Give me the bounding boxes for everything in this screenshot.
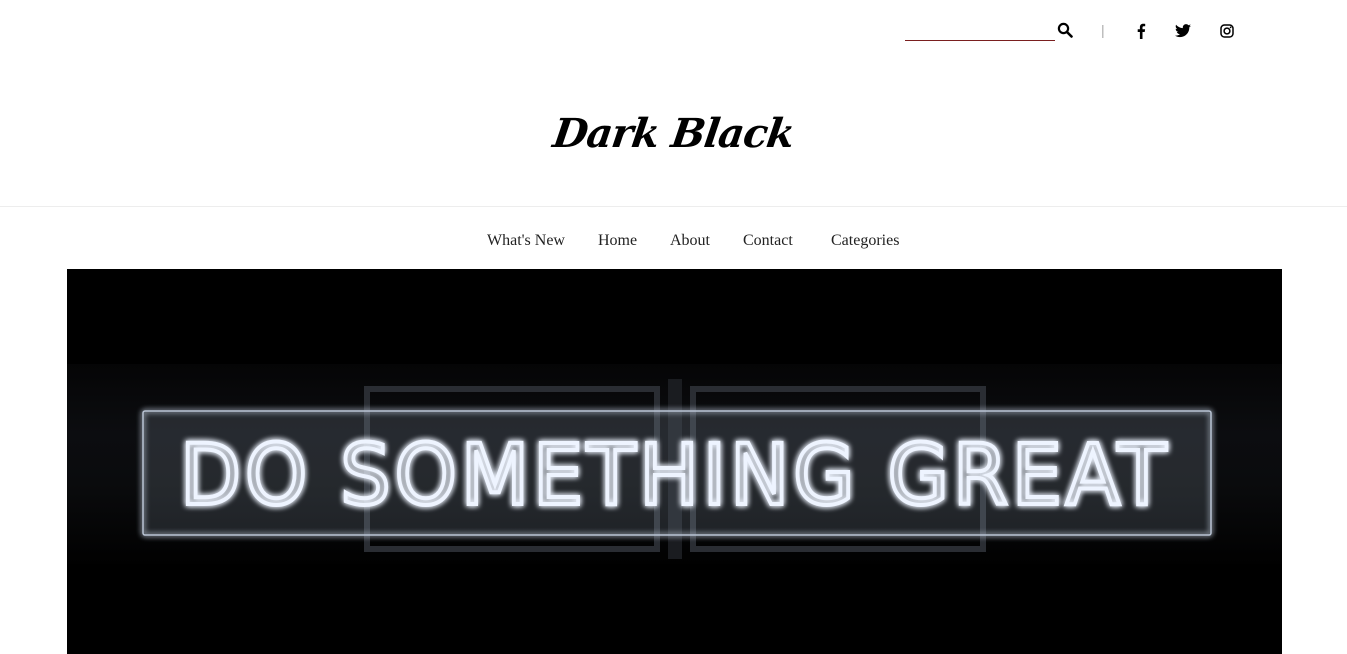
search-icon[interactable] bbox=[1057, 22, 1075, 40]
nav-item-home[interactable]: Home bbox=[598, 232, 637, 250]
nav-item-about[interactable]: About bbox=[670, 232, 710, 250]
hero-image: DO SOMETHING GREAT bbox=[67, 269, 1282, 654]
nav-item-categories[interactable]: Categories bbox=[831, 232, 899, 250]
facebook-icon[interactable] bbox=[1132, 22, 1150, 40]
header-divider: | bbox=[1101, 22, 1105, 38]
twitter-icon[interactable] bbox=[1174, 22, 1192, 40]
nav-item-contact[interactable]: Contact bbox=[743, 232, 793, 250]
site-logo[interactable]: Dark Black bbox=[0, 110, 1347, 157]
main-nav: What's New Home About Contact Categories bbox=[0, 232, 1347, 256]
neon-sign-text: DO SOMETHING GREAT bbox=[180, 426, 1170, 524]
search-form bbox=[905, 20, 1080, 42]
nav-item-whats-new[interactable]: What's New bbox=[487, 232, 565, 250]
top-bar: | bbox=[0, 0, 1347, 62]
instagram-icon[interactable] bbox=[1218, 22, 1236, 40]
logo-area: Dark Black bbox=[0, 62, 1347, 206]
search-input[interactable] bbox=[905, 20, 1055, 41]
header-divider-line bbox=[0, 206, 1347, 207]
